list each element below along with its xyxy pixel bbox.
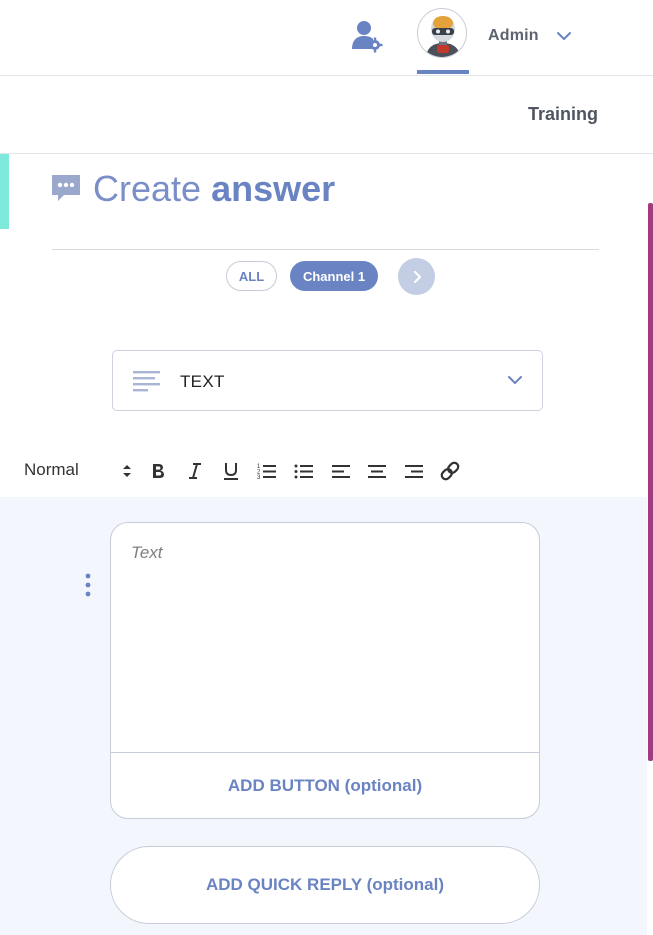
underline-icon[interactable] — [220, 460, 242, 482]
user-settings-icon[interactable] — [352, 19, 384, 53]
chat-bubble-icon — [50, 173, 82, 207]
ordered-list-icon[interactable]: 1 2 3 — [256, 460, 278, 482]
italic-icon[interactable] — [184, 460, 206, 482]
link-icon[interactable] — [439, 460, 461, 482]
add-button[interactable]: ADD BUTTON (optional) — [111, 753, 539, 818]
answer-type-select[interactable]: TEXT — [112, 350, 543, 411]
formatting-toolbar: Normal 1 2 3 — [0, 452, 653, 492]
page-title-light: Create — [93, 168, 212, 209]
answer-text-input[interactable] — [111, 523, 539, 752]
user-name[interactable]: Admin — [488, 27, 539, 45]
bullet-list-icon[interactable] — [293, 460, 315, 482]
align-left-icon[interactable] — [330, 460, 352, 482]
add-quick-reply-button[interactable]: ADD QUICK REPLY (optional) — [110, 846, 540, 924]
top-bar: Admin — [0, 0, 653, 76]
channel-active-pill[interactable]: Channel 1 — [290, 261, 378, 291]
page-title-bold: answer — [211, 168, 336, 209]
format-select-arrows-icon[interactable] — [116, 460, 138, 482]
title-divider — [52, 249, 599, 250]
format-select[interactable]: Normal — [24, 460, 79, 480]
align-right-icon[interactable] — [403, 460, 425, 482]
svg-text:3: 3 — [257, 475, 261, 480]
answer-type-value: TEXT — [180, 372, 225, 391]
training-link[interactable]: Training — [528, 104, 598, 125]
text-answer-card: ADD BUTTON (optional) — [110, 522, 540, 819]
vertical-dots-icon[interactable] — [82, 573, 94, 597]
robot-avatar-icon[interactable] — [417, 8, 467, 58]
text-lines-icon — [133, 370, 160, 392]
section-accent-bar — [0, 154, 9, 229]
align-center-icon[interactable] — [366, 460, 388, 482]
chevron-right-icon — [413, 270, 421, 283]
channel-all-pill[interactable]: ALL — [226, 261, 277, 291]
chevron-down-icon[interactable] — [556, 29, 572, 43]
page-title: Create answer — [93, 168, 335, 210]
sub-header: Training — [0, 77, 653, 154]
bold-icon[interactable] — [147, 460, 169, 482]
avatar-active-indicator — [417, 70, 469, 74]
next-channel-button[interactable] — [398, 258, 435, 295]
chevron-down-icon — [507, 373, 523, 387]
